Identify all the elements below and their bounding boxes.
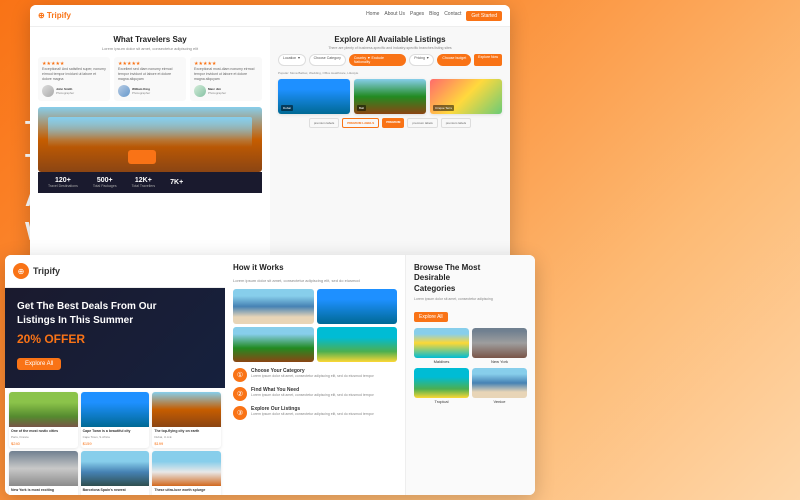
nav-cta-button[interactable]: Get Started xyxy=(466,11,502,21)
stat-travellers: 12K+ Total Travellers xyxy=(132,177,156,188)
nav-links: Home About Us Pages Blog Contact Get Sta… xyxy=(366,11,502,21)
filter-category[interactable]: Choose Category xyxy=(309,54,346,66)
filter-budget[interactable]: Choose budget xyxy=(437,54,471,66)
how-step-3: ③ Explore Our Listings Lorem ipsum dolor… xyxy=(233,406,397,420)
tripify-logo: Tripify xyxy=(33,266,60,276)
how-step-1: ① Choose Your Category Lorem ipsum dolor… xyxy=(233,368,397,382)
listings-title: Explore All Available Listings xyxy=(278,35,502,44)
category-card-newyork: New York xyxy=(472,328,527,365)
testimonials-section: What Travelers Say Lorem ipsum dolor sit… xyxy=(30,27,270,265)
bottom-card: Barcelona Spain's newest Barcelona, Spai… xyxy=(81,451,150,495)
bottom-website-preview: ⊕ Tripify Get The Best Deals From Our Li… xyxy=(5,255,535,495)
site-navbar: ⊕ Tripify Home About Us Pages Blog Conta… xyxy=(30,5,510,27)
summer-deal-section: Get The Best Deals From Our Listings In … xyxy=(5,288,225,388)
filter-row[interactable]: Location ▼ Choose Category Country ▼ Exc… xyxy=(278,54,502,66)
bottom-left-section: ⊕ Tripify Get The Best Deals From Our Li… xyxy=(5,255,225,495)
categories-title: Browse The Most Desirable Categories xyxy=(414,263,527,294)
stat-destinations: 120+ Travel Destinations xyxy=(48,177,78,188)
deal-offer-text: 20% OFFER xyxy=(17,332,213,346)
testimonials-subtitle: Lorem ipsum dolor sit amet, consectetur … xyxy=(38,46,262,51)
categories-section: Browse The Most Desirable Categories Lor… xyxy=(405,255,535,495)
bottom-card: New York is most exciting New York, USA … xyxy=(9,451,78,495)
listing-card-bali: Bali xyxy=(354,79,426,114)
bottom-card: These ultra-luxe worth splurge Paris, Fr… xyxy=(152,451,221,495)
categories-explore-button[interactable]: Explore All xyxy=(414,312,448,322)
listings-grid: Dubai Bali Cinque Terre xyxy=(278,79,502,114)
filter-country[interactable]: Country ▼ Exclude Nationality xyxy=(349,54,406,66)
how-step-2: ② Find What You Need Lorem ipsum dolor s… xyxy=(233,387,397,401)
site-logo: ⊕ Tripify xyxy=(38,11,71,20)
deal-title: Get The Best Deals From Our Listings In … xyxy=(17,300,213,328)
category-card-tropical: Tropical xyxy=(414,368,469,405)
deal-cta-button[interactable]: Explore All xyxy=(17,358,61,370)
listing-card-cinque: Cinque Terre xyxy=(430,79,502,114)
listing-card-dubai: Dubai xyxy=(278,79,350,114)
testimonial-card: ★★★★★ Exceptional most-diam nonumy eirmo… xyxy=(190,57,262,101)
testimonial-card: ★★★★★ Exceptional! And satisfied super, … xyxy=(38,57,110,101)
testimonials-grid: ★★★★★ Exceptional! And satisfied super, … xyxy=(38,57,262,101)
bottom-card: The top-flying city on earth Dubai, U.A.… xyxy=(152,392,221,448)
how-it-works-title: How it Works xyxy=(233,263,397,272)
listings-subtitle: There are plenty of business-specific an… xyxy=(278,46,502,50)
filter-location[interactable]: Location ▼ xyxy=(278,54,306,66)
tripify-header: ⊕ Tripify xyxy=(5,255,225,288)
tripify-icon: ⊕ xyxy=(13,263,29,279)
category-card-maldives: Maldives xyxy=(414,328,469,365)
categories-grid: Maldives New York Tropical Venice xyxy=(414,328,527,405)
filter-pricing[interactable]: Pricing ▼ xyxy=(409,54,434,66)
listings-section: Explore All Available Listings There are… xyxy=(270,27,510,265)
premium-labels: premium labels PREMIUM LABELS PREMIUM pr… xyxy=(278,118,502,128)
category-card-venice: Venice xyxy=(472,368,527,405)
how-works-images xyxy=(233,289,397,362)
stats-bar: 120+ Travel Destinations 500+ Total Pack… xyxy=(38,172,262,193)
stat-packages: 500+ Total Packages xyxy=(93,177,117,188)
stat-extra: 7K+ xyxy=(170,179,183,186)
hero-landscape-image xyxy=(38,107,262,172)
top-website-preview: ⊕ Tripify Home About Us Pages Blog Conta… xyxy=(30,5,510,265)
explore-button[interactable]: Explore Now xyxy=(474,54,502,66)
testimonials-title: What Travelers Say xyxy=(38,35,262,44)
popular-tags: Popular: Mona Balzac, Wedding, Office He… xyxy=(278,71,502,75)
bottom-right-section: How it Works Lorem ipsum dolor sit amet,… xyxy=(225,255,535,495)
bottom-cards-grid: One of the most rustic cities Paris, Fra… xyxy=(5,388,225,495)
testimonial-card: ★★★★★ Excellent sed diam nonumy eirmod t… xyxy=(114,57,186,101)
bottom-card: Cape Town is a beautiful city Cape Town,… xyxy=(81,392,150,448)
site-main-content: What Travelers Say Lorem ipsum dolor sit… xyxy=(30,27,510,265)
bottom-card: One of the most rustic cities Paris, Fra… xyxy=(9,392,78,448)
how-it-works-section: How it Works Lorem ipsum dolor sit amet,… xyxy=(225,255,405,495)
